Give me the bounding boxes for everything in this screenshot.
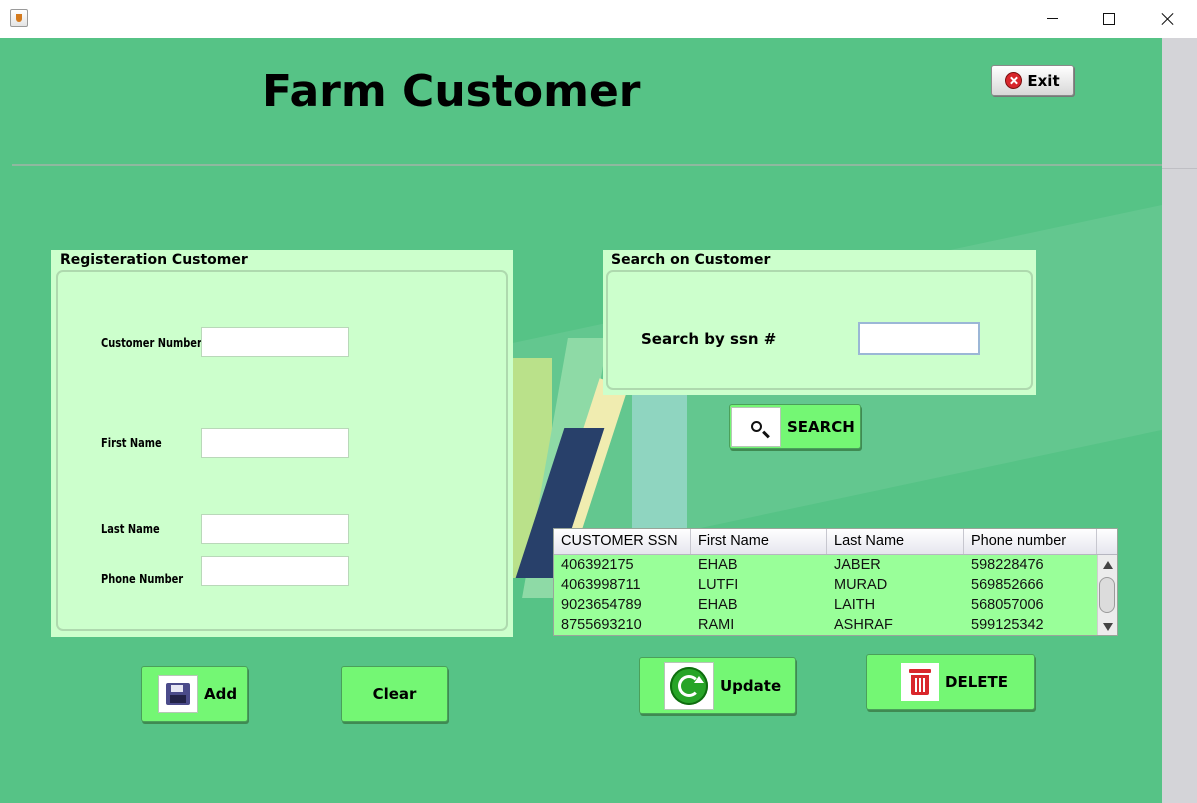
column-header-last-name[interactable]: Last Name	[827, 529, 964, 554]
floppy-disk-icon	[166, 683, 190, 705]
delete-icon-box	[901, 663, 939, 701]
table-cell: 598228476	[971, 557, 1044, 573]
column-header-first-name[interactable]: First Name	[691, 529, 827, 554]
add-button-label: Add	[204, 685, 238, 703]
table-row[interactable]: 406392175 EHAB JABER 598228476	[554, 555, 1097, 575]
search-button[interactable]: SEARCH	[729, 404, 861, 449]
magnifier-icon	[750, 421, 762, 432]
table-cell: EHAB	[698, 557, 738, 573]
table-scrollbar[interactable]	[1097, 555, 1117, 635]
update-icon-box	[664, 661, 714, 710]
table-cell: LAITH	[834, 597, 876, 613]
table-row[interactable]: 9023654789 EHAB LAITH 568057006	[554, 595, 1097, 615]
search-panel-title: Search on Customer	[611, 252, 771, 268]
clear-button[interactable]: Clear	[341, 666, 448, 722]
main-content: Farm Customer Exit Registeration Custome…	[0, 38, 1162, 803]
phone-number-field[interactable]	[201, 556, 349, 586]
right-edge-panel	[1162, 38, 1197, 803]
table-row[interactable]: 4063998711 LUTFI MURAD 569852666	[554, 575, 1097, 595]
table-header: CUSTOMER SSN First Name Last Name Phone …	[554, 529, 1097, 555]
table-cell: 9023654789	[561, 597, 642, 613]
table-cell: ASHRAF	[834, 617, 893, 633]
table-cell: MURAD	[834, 577, 888, 593]
title-bar	[0, 0, 1197, 38]
maximize-icon[interactable]	[1085, 0, 1131, 38]
last-name-label: Last Name	[101, 522, 160, 536]
search-ssn-input[interactable]	[858, 322, 980, 355]
registration-panel-title: Registeration Customer	[60, 252, 248, 268]
trash-icon	[909, 669, 931, 695]
search-button-label: SEARCH	[787, 417, 855, 436]
scroll-thumb[interactable]	[1099, 577, 1115, 613]
window-close-icon[interactable]	[1144, 0, 1190, 38]
add-button[interactable]: Add	[141, 666, 248, 722]
header-separator	[12, 164, 1162, 166]
customer-table: CUSTOMER SSN First Name Last Name Phone …	[553, 528, 1118, 636]
delete-button-label: DELETE	[945, 673, 1008, 691]
last-name-field[interactable]	[201, 514, 349, 544]
table-cell: 8755693210	[561, 617, 642, 633]
phone-number-label: Phone Number	[101, 572, 184, 586]
search-panel: Search on Customer Search by ssn #	[603, 250, 1036, 395]
update-button[interactable]: Update	[639, 657, 796, 714]
table-cell: 569852666	[971, 577, 1044, 593]
table-cell: 599125342	[971, 617, 1044, 633]
clear-button-label: Clear	[372, 685, 417, 703]
scroll-up-icon[interactable]	[1103, 561, 1113, 569]
table-cell: EHAB	[698, 597, 738, 613]
search-by-ssn-label: Search by ssn #	[641, 330, 777, 348]
close-circle-icon	[1005, 72, 1023, 89]
table-cell: 568057006	[971, 597, 1044, 613]
customer-number-label: Customer Number	[101, 336, 202, 350]
add-icon-box	[158, 675, 198, 713]
table-cell: RAMI	[698, 617, 735, 633]
page-title: Farm Customer	[262, 66, 641, 117]
table-row[interactable]: 8755693210 RAMI ASHRAF 599125342	[554, 615, 1097, 635]
exit-button[interactable]: Exit	[991, 65, 1074, 96]
table-header-corner	[1097, 529, 1117, 555]
update-button-label: Update	[720, 676, 782, 695]
scroll-down-icon[interactable]	[1103, 623, 1113, 631]
minimize-icon[interactable]	[1029, 0, 1075, 38]
table-cell: 406392175	[561, 557, 634, 573]
table-cell: 4063998711	[561, 577, 641, 593]
column-header-ssn[interactable]: CUSTOMER SSN	[554, 529, 691, 554]
table-cell: LUTFI	[698, 577, 739, 593]
table-cell: JABER	[834, 557, 881, 573]
delete-button[interactable]: DELETE	[866, 654, 1035, 710]
column-header-phone[interactable]: Phone number	[964, 529, 1097, 554]
search-icon-box	[731, 406, 781, 447]
customer-number-field[interactable]	[201, 327, 349, 357]
table-body: 406392175 EHAB JABER 598228476 406399871…	[554, 555, 1097, 635]
registration-panel: Registeration Customer Customer Number F…	[51, 250, 513, 637]
first-name-field[interactable]	[201, 428, 349, 458]
first-name-label: First Name	[101, 436, 162, 450]
exit-button-label: Exit	[1027, 71, 1060, 90]
refresh-icon	[670, 666, 708, 705]
java-app-icon	[10, 9, 28, 27]
